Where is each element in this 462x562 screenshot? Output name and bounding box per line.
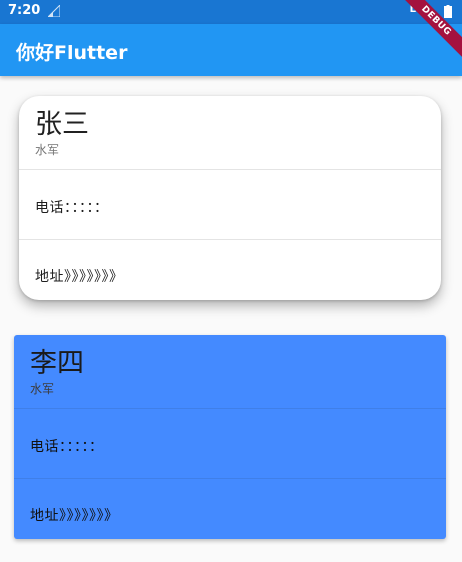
contact-header-tile[interactable]: 张三 水军 <box>19 96 441 168</box>
contact-subtitle: 水军 <box>30 382 55 396</box>
divider <box>19 239 441 240</box>
contact-address[interactable]: 地址》》》》》》》 <box>30 505 119 525</box>
debug-banner: DEBUG <box>402 0 462 60</box>
contact-phone[interactable]: 电话：：：：： <box>35 197 109 217</box>
signal-icon <box>48 5 60 17</box>
divider <box>14 478 446 479</box>
app-title: 你好Flutter <box>16 42 128 64</box>
status-time: 7:20 <box>8 3 41 18</box>
contact-name: 李四 <box>30 348 84 379</box>
contact-card: 张三 水军 电话：：：：： 地址》》》》》》》 <box>19 96 441 300</box>
app-bar: 你好Flutter <box>0 24 462 76</box>
contact-name: 张三 <box>35 109 89 140</box>
divider <box>19 169 441 170</box>
debug-banner-wrap: DEBUG <box>402 0 462 60</box>
status-bar: 7:20 LTE <box>0 0 462 24</box>
contact-card: 李四 水军 电话：：：：： 地址》》》》》》》 <box>14 335 446 539</box>
contact-header-tile[interactable]: 李四 水军 <box>14 335 446 407</box>
contact-subtitle: 水军 <box>35 143 60 157</box>
divider <box>14 408 446 409</box>
contact-phone[interactable]: 电话：：：：： <box>30 436 104 456</box>
contact-address[interactable]: 地址》》》》》》》 <box>35 266 124 286</box>
